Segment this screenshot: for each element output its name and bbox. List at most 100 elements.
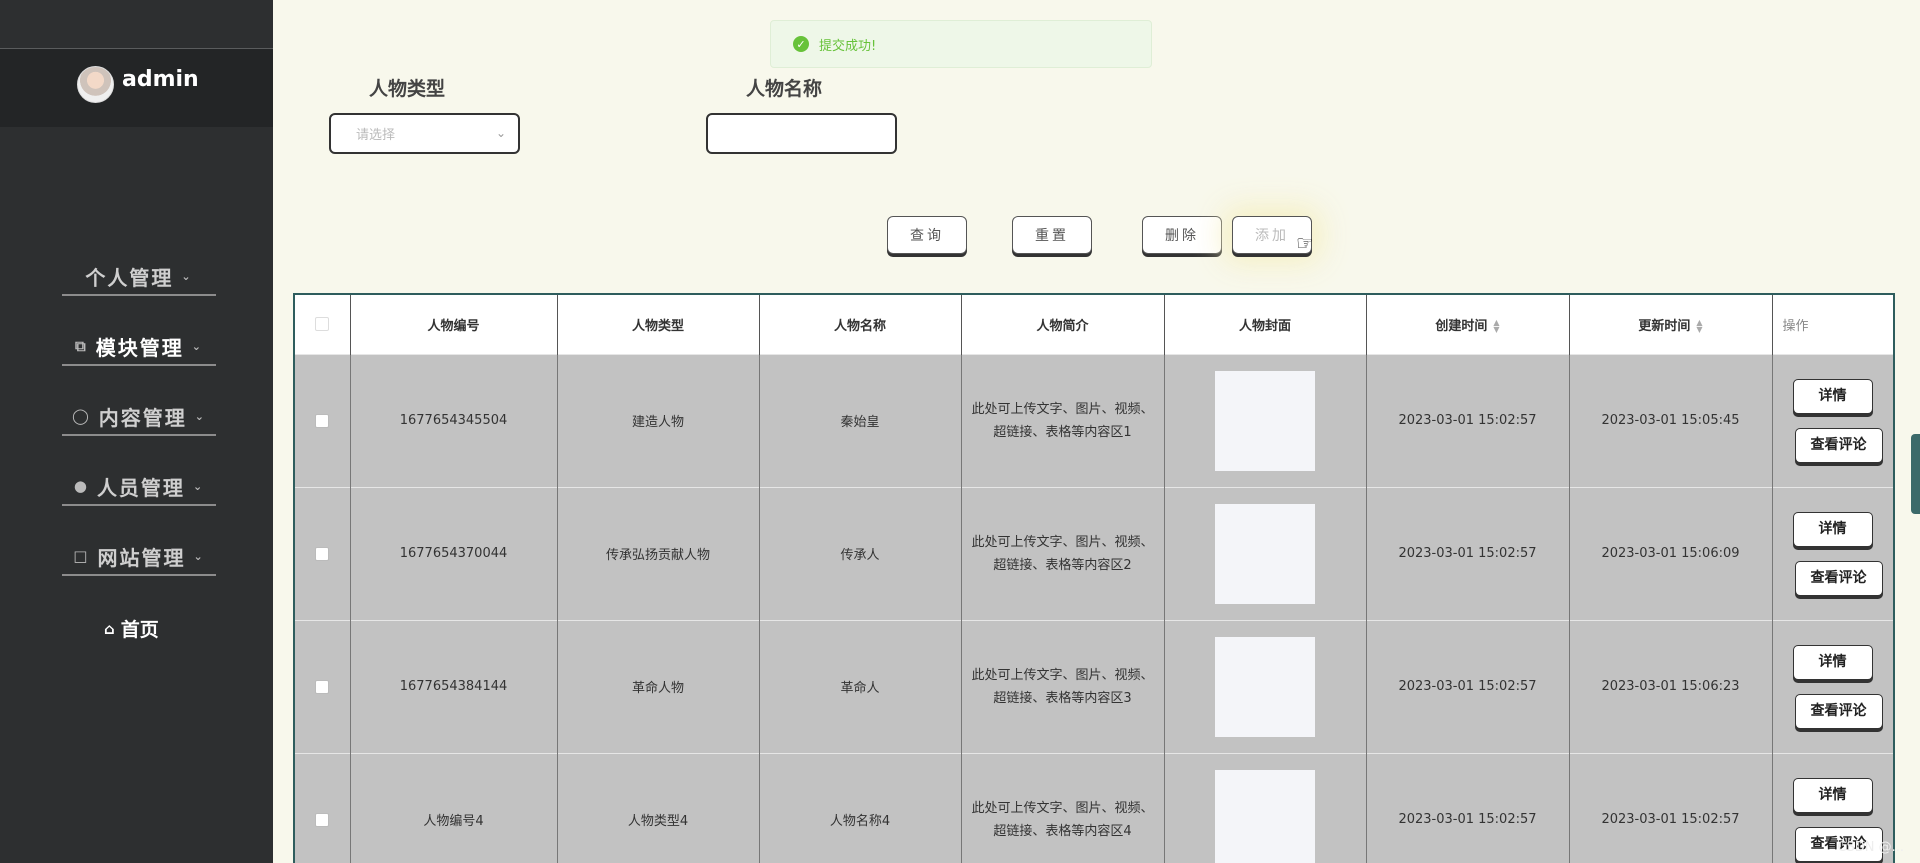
desc-text: 此处可上传文字、图片、视频、超链接、表格等内容区2	[971, 534, 1154, 573]
cell-updated: 2023-03-01 15:06:23	[1569, 619, 1773, 753]
cell-desc: 此处可上传文字、图片、视频、超链接、表格等内容区1	[961, 353, 1165, 487]
cell-id: 1677654384144	[350, 619, 558, 753]
table-row: 1677654384144 革命人物 革命人 此处可上传文字、图片、视频、超链接…	[295, 619, 1893, 753]
toast-message: 提交成功!	[819, 38, 877, 54]
table-row: 人物编号4 人物类型4 人物名称4 此处可上传文字、图片、视频、超链接、表格等内…	[295, 752, 1893, 863]
row-select-cell	[295, 752, 351, 863]
col-header-actions: 操作	[1772, 295, 1893, 354]
username: admin	[122, 67, 199, 92]
menu-item-label: 模块管理	[95, 335, 184, 360]
cell-created: 2023-03-01 15:02:57	[1366, 619, 1570, 753]
menu-item-staff[interactable]: ● 人员管理 ⌄	[62, 468, 216, 506]
select-all-checkbox[interactable]	[315, 317, 330, 332]
chevron-down-icon: ⌄	[191, 339, 203, 353]
chevron-down-icon: ⌄	[181, 269, 193, 283]
chevron-down-icon: ⌄	[193, 549, 205, 563]
cell-type: 建造人物	[557, 353, 760, 487]
detail-button[interactable]: 详情	[1792, 511, 1873, 547]
col-header-name: 人物名称	[759, 295, 962, 354]
detail-button[interactable]: 详情	[1792, 777, 1873, 813]
cell-updated: 2023-03-01 15:02:57	[1569, 752, 1773, 863]
select-all-cell	[295, 295, 351, 354]
sidebar: admin 个人管理 ⌄ ⧉ 模块管理 ⌄ ◯ 内容管理 ⌄ ● 人员管理 ⌄ …	[0, 0, 273, 863]
menu-item-label: 个人管理	[85, 265, 174, 290]
menu-item-label: 网站管理	[97, 545, 186, 570]
cell-cover	[1164, 619, 1367, 753]
col-header-type: 人物类型	[557, 295, 760, 354]
copy-icon: ⧉	[75, 337, 88, 355]
view-comments-button[interactable]: 查看评论	[1794, 427, 1883, 463]
detail-button[interactable]: 详情	[1792, 644, 1873, 680]
cover-image[interactable]	[1215, 503, 1315, 604]
cell-cover	[1164, 353, 1367, 487]
row-checkbox[interactable]	[315, 812, 330, 827]
cell-desc: 此处可上传文字、图片、视频、超链接、表格等内容区2	[961, 486, 1165, 620]
cell-name: 传承人	[759, 486, 962, 620]
cover-image[interactable]	[1215, 769, 1315, 863]
scrollbar[interactable]	[1911, 434, 1920, 514]
cell-desc: 此处可上传文字、图片、视频、超链接、表格等内容区3	[961, 619, 1165, 753]
type-select-placeholder: 请选择	[356, 128, 396, 143]
cell-actions: 详情 查看评论	[1772, 486, 1893, 620]
col-header-updated[interactable]: 更新时间 ▲ ▼	[1569, 295, 1773, 354]
cell-name: 革命人	[759, 619, 962, 753]
cell-name: 秦始皇	[759, 353, 962, 487]
view-comments-button[interactable]: 查看评论	[1794, 560, 1883, 596]
cover-image[interactable]	[1215, 636, 1315, 737]
menu-item-label: 内容管理	[98, 405, 187, 430]
table-row: 1677654345504 建造人物 秦始皇 此处可上传文字、图片、视频、超链接…	[295, 353, 1893, 487]
col-header-cover: 人物封面	[1164, 295, 1367, 354]
menu-item-label: 人员管理	[96, 475, 185, 500]
menu-item-home[interactable]: ⌂ 首页	[104, 615, 159, 642]
cell-cover	[1164, 752, 1367, 863]
cell-created: 2023-03-01 15:02:57	[1366, 752, 1570, 863]
row-checkbox[interactable]	[315, 413, 330, 428]
menu-item-content[interactable]: ◯ 内容管理 ⌄	[62, 398, 216, 436]
view-comments-button[interactable]: 查看评论	[1794, 693, 1883, 729]
cell-type: 革命人物	[557, 619, 760, 753]
success-toast: ✓ 提交成功!	[770, 20, 1152, 68]
chat-icon: ◯	[71, 407, 91, 425]
sort-icon[interactable]: ▲ ▼	[1493, 319, 1499, 334]
person-icon: ●	[73, 477, 89, 495]
menu-item-website[interactable]: □ 网站管理 ⌄	[62, 538, 216, 576]
col-header-created-label: 创建时间	[1435, 318, 1488, 334]
avatar[interactable]	[77, 66, 114, 103]
type-select[interactable]: 请选择 ⌄	[329, 113, 520, 154]
menu-item-personal[interactable]: 个人管理 ⌄	[62, 258, 216, 296]
table-header-row: 人物编号 人物类型 人物名称 人物简介 人物封面 创建时间 ▲ ▼ 更新时间 ▲ ▼ 操…	[295, 295, 1893, 354]
cell-actions: 详情 查看评论	[1772, 353, 1893, 487]
row-checkbox[interactable]	[315, 679, 330, 694]
detail-button[interactable]: 详情	[1792, 378, 1873, 414]
chevron-down-icon: ⌄	[495, 126, 506, 140]
delete-button[interactable]: 删除	[1142, 216, 1222, 254]
row-select-cell	[295, 619, 351, 753]
table-row: 1677654370044 传承弘扬贡献人物 传承人 此处可上传文字、图片、视频…	[295, 486, 1893, 620]
desc-text: 此处可上传文字、图片、视频、超链接、表格等内容区1	[971, 401, 1154, 440]
query-button[interactable]: 查询	[887, 216, 967, 254]
cell-id: 1677654370044	[350, 486, 558, 620]
cell-actions: 详情 查看评论	[1772, 619, 1893, 753]
cover-image[interactable]	[1215, 370, 1315, 471]
cell-id: 人物编号4	[350, 752, 558, 863]
cell-cover	[1164, 486, 1367, 620]
sort-icon[interactable]: ▲ ▼	[1696, 319, 1702, 334]
cell-type: 人物类型4	[557, 752, 760, 863]
menu-item-module[interactable]: ⧉ 模块管理 ⌄	[62, 328, 216, 366]
cell-type: 传承弘扬贡献人物	[557, 486, 760, 620]
row-checkbox[interactable]	[315, 546, 330, 561]
desc-text: 此处可上传文字、图片、视频、超链接、表格等内容区4	[971, 800, 1154, 839]
home-icon: ⌂	[104, 619, 115, 638]
cell-name: 人物名称4	[759, 752, 962, 863]
watermark: CSDN @...	[1837, 840, 1904, 855]
col-header-created[interactable]: 创建时间 ▲ ▼	[1366, 295, 1570, 354]
reset-button[interactable]: 重置	[1012, 216, 1092, 254]
name-input[interactable]	[706, 113, 897, 154]
chevron-down-icon: ⌄	[194, 409, 206, 423]
name-label: 人物名称	[746, 78, 823, 100]
col-header-desc: 人物简介	[961, 295, 1165, 354]
cell-updated: 2023-03-01 15:05:45	[1569, 353, 1773, 487]
cell-updated: 2023-03-01 15:06:09	[1569, 486, 1773, 620]
data-table: 人物编号 人物类型 人物名称 人物简介 人物封面 创建时间 ▲ ▼ 更新时间 ▲ ▼ 操…	[293, 293, 1895, 863]
monitor-icon: □	[73, 547, 90, 565]
